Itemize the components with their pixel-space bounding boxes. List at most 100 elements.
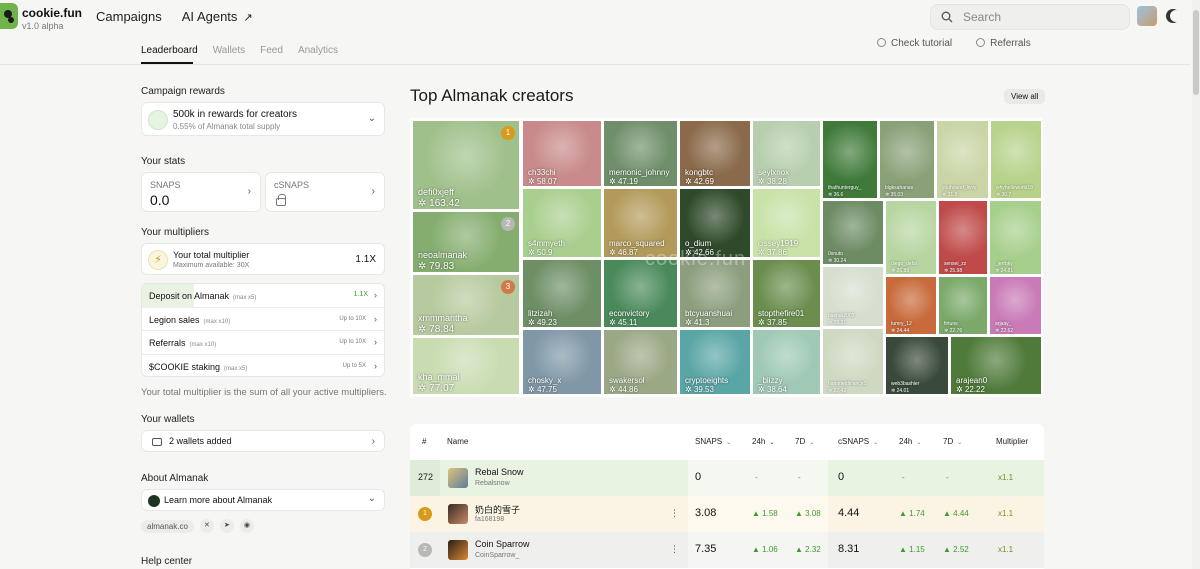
multiplier-row-legion[interactable]: Legion sales (max x10) Up to 10X › [142, 308, 384, 331]
learn-more-dropdown[interactable]: Learn more about Almanak ⌄ [141, 489, 385, 511]
creator-tile[interactable]: arajean0 ✲ 22.22 [950, 336, 1042, 395]
creator-tile[interactable]: kha_mmai ✲ 77.07 [412, 337, 520, 395]
creator-tile[interactable]: _jerrbky ✲ 24.81 [989, 200, 1042, 275]
brand[interactable]: cookie.fun v1.0 alpha [22, 6, 82, 31]
multiplier-list: Deposit on Almanak (max x5) 1.1X › Legion… [141, 283, 385, 377]
col-snaps-24h[interactable]: 24h ⌄ [752, 437, 774, 446]
website-link[interactable]: almanak.co [141, 519, 194, 533]
row-snaps-7d: ▲ 2.32 [795, 545, 821, 554]
discord-icon[interactable]: ◉ [239, 519, 254, 533]
creator-tile[interactable]: tumry_12 ✲ 24.44 [885, 276, 937, 335]
col-csnaps-24h[interactable]: 24h ⌄ [899, 437, 921, 446]
rewards-dropdown[interactable]: 500k in rewards for creators 0.55% of Al… [141, 102, 385, 136]
col-csnaps[interactable]: cSNAPS ⌄ [838, 437, 878, 446]
silver-medal-icon: 2 [418, 543, 432, 557]
row-handle: fa168198 [475, 516, 505, 523]
multiplier-row-staking[interactable]: $COOKIE staking (max x5) Up to 5X › [142, 355, 384, 377]
tab-feed[interactable]: Feed [260, 45, 283, 56]
creator-score: ✲ 30.24 [828, 258, 846, 264]
creator-tile[interactable]: bashar2003 ✲ 28.31 [822, 266, 884, 327]
creator-tile[interactable]: cissey1919 ✲ 37.86 [752, 188, 821, 258]
user-avatar[interactable] [1137, 6, 1157, 26]
col-rank: # [422, 437, 427, 446]
scrollbar-thumb[interactable] [1193, 10, 1199, 95]
creator-tile[interactable]: kongbtc ✲ 42.69 [679, 120, 751, 187]
tab-analytics[interactable]: Analytics [298, 45, 338, 56]
creator-tile[interactable]: chosky_x ✲ 47.75 [522, 329, 602, 395]
col-csnaps-7d[interactable]: 7D ⌄ [943, 437, 962, 446]
creator-tile[interactable]: seylxnox ✲ 38.28 [752, 120, 821, 187]
multiplier-max: (max x10) [189, 342, 217, 348]
check-tutorial-link[interactable]: Check tutorial [877, 38, 952, 49]
snaps-icon: ✲ [758, 385, 767, 394]
multiplier-row-deposit[interactable]: Deposit on Almanak (max x5) 1.1X › [142, 284, 384, 308]
referrals-link[interactable]: Referrals [976, 38, 1031, 49]
more-icon[interactable]: ⋮ [670, 508, 679, 519]
creator-tile[interactable]: firtuns ✲ 22.76 [938, 276, 988, 335]
rank-badge: 2 [501, 217, 515, 231]
creator-score: ✲ 38.28 [758, 177, 787, 186]
creator-tile[interactable]: hammedfinance1 ✲ 27.42 [822, 328, 884, 395]
creator-tile[interactable]: memonic_johnny ✲ 47.19 [603, 120, 678, 187]
creator-score-value: 35.03 [890, 192, 904, 198]
search-input[interactable]: Search [930, 4, 1130, 30]
chevron-right-icon: › [371, 436, 375, 447]
creator-tile[interactable]: arjaay_ ✲ 22.62 [989, 276, 1042, 335]
creator-score-value: 79.83 [429, 261, 455, 272]
table-row[interactable]: 1 奶白的雪子 fa168198 ⋮ 3.08 ▲ 1.58 ▲ 3.08 4.… [410, 496, 1044, 532]
multiplier-row-referrals[interactable]: Referrals (max x10) Up to 10X › [142, 331, 384, 355]
creator-tile[interactable]: defi0xjeff ✲ 163.42 1 [412, 120, 520, 210]
rewards-icon [148, 110, 168, 130]
cookie-logo-icon[interactable] [0, 3, 18, 29]
creator-score-value: 30.24 [833, 258, 847, 264]
creator-name: xmmmantha [418, 313, 468, 323]
nav-ai-agents[interactable]: AI Agents ↗ [182, 9, 253, 24]
creator-name: kha_mmai [418, 372, 460, 382]
creator-tile[interactable]: thathunterguy_ ✲ 36.6 [822, 120, 878, 199]
creator-tile[interactable]: s4mmyeth ✲ 50.9 [522, 188, 602, 258]
tab-wallets[interactable]: Wallets [213, 45, 245, 56]
multiplier-name: Legion sales [149, 314, 200, 325]
creator-tile[interactable]: cryptoeights ✲ 39.53 [679, 329, 751, 395]
creator-tile[interactable]: litzizah ✲ 49.23 [522, 259, 602, 328]
nav-campaigns[interactable]: Campaigns [96, 9, 162, 24]
snaps-icon: ✲ [528, 177, 537, 186]
creator-score: ✲ 79.83 [418, 261, 454, 272]
creator-tile[interactable]: neoalmanak ✲ 79.83 2 [412, 211, 520, 273]
creator-tile[interactable]: bigksahanas ✲ 35.03 [879, 120, 935, 199]
snaps-icon: ✲ [685, 177, 694, 186]
creator-tile[interactable]: stopthefire01 ✲ 37.85 [752, 259, 821, 328]
table-row-self[interactable]: 272 Rebal Snow Rebalsnow 0 - - 0 - - x1.… [410, 460, 1044, 496]
creator-tile[interactable]: sensei_zz ✲ 25.98 [938, 200, 988, 275]
tab-leaderboard[interactable]: Leaderboard [141, 45, 198, 56]
creator-tile[interactable]: _blizzy ✲ 38.64 [752, 329, 821, 395]
multiplier-row-label: $COOKIE staking (max x5) [149, 362, 247, 372]
creator-score-value: 39.53 [693, 385, 714, 394]
more-icon[interactable]: ⋮ [670, 544, 679, 555]
table-row[interactable]: 2 Coin Sparrow CoinSparrow_ ⋮ 7.35 ▲ 1.0… [410, 532, 1044, 568]
col-snaps[interactable]: SNAPS ⌄ [695, 437, 731, 446]
telegram-icon[interactable]: ➤ [219, 519, 234, 533]
creator-tile[interactable]: swakersol ✲ 44.86 [603, 329, 678, 395]
page-scrollbar[interactable] [1192, 0, 1200, 569]
creator-tile[interactable]: ch33chi ✲ 58.07 [522, 120, 602, 187]
creator-tile[interactable]: youhound_livvy ✲ 31.9 [936, 120, 989, 199]
wallets-button[interactable]: 2 wallets added › [141, 430, 385, 452]
creator-tile[interactable]: xmmmantha ✲ 78.84 3 [412, 274, 520, 336]
social-links: almanak.co ✕ ➤ ◉ [141, 519, 254, 533]
view-all-button[interactable]: View all [1004, 89, 1046, 104]
col-snaps-7d[interactable]: 7D ⌄ [795, 437, 814, 446]
x-icon[interactable]: ✕ [199, 519, 214, 533]
snaps-card[interactable]: SNAPS 0.0 › [141, 172, 261, 212]
row-snaps-24h-value: 1.06 [762, 545, 778, 554]
creator-tile[interactable]: diego_defai ✲ 26.88 [885, 200, 937, 275]
snaps-icon: ✲ [609, 385, 618, 394]
creator-tile[interactable]: whyhelloworld18 ✲ 30.7 [990, 120, 1042, 199]
csnaps-card[interactable]: cSNAPS › [265, 172, 385, 212]
dark-mode-icon[interactable] [1170, 10, 1182, 22]
creator-tile[interactable]: web3bashier ✲ 24.01 [885, 336, 949, 395]
snaps-value: 0.0 [150, 192, 170, 208]
creator-tile[interactable]: 0xnuto ✲ 30.24 [822, 200, 884, 265]
snaps-icon: ✲ [418, 324, 430, 335]
creators-grid: defi0xjeff ✲ 163.42 1 ch33chi ✲ 58.07 memonic… [410, 118, 1043, 397]
